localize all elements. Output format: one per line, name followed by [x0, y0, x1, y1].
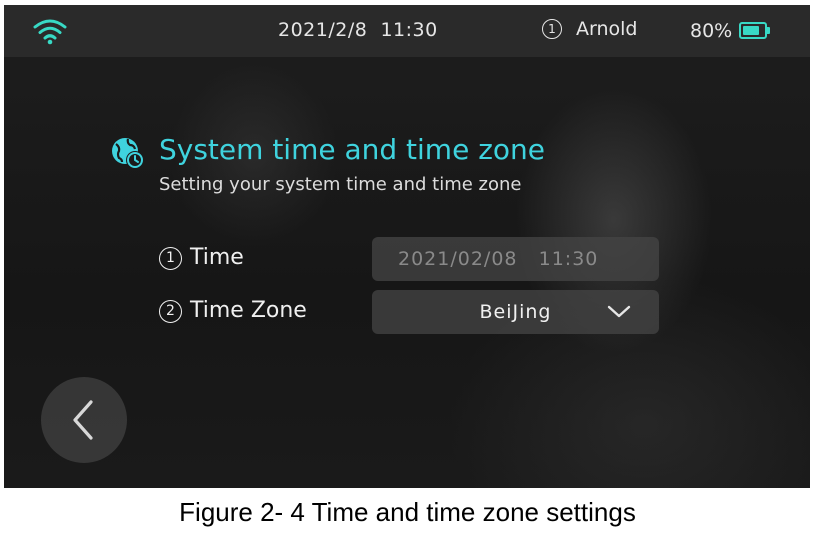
status-date: 2021/2/8	[278, 19, 368, 41]
time-value: 2021/02/08 11:30	[398, 248, 599, 270]
figure-caption: Figure 2- 4 Time and time zone settings	[179, 497, 636, 527]
globe-clock-icon	[112, 138, 144, 169]
current-user: 1 Arnold	[542, 18, 637, 40]
time-zone-number-badge: 2	[159, 300, 182, 323]
time-field: 2021/02/08 11:30	[372, 237, 659, 281]
status-clock: 2021/2/8 11:30	[278, 19, 438, 41]
status-bar: 2021/2/8 11:30 1 Arnold 80%	[4, 5, 810, 57]
time-zone-dropdown[interactable]: BeiJing	[372, 290, 659, 334]
battery-percent: 80%	[690, 20, 733, 42]
chevron-left-icon	[73, 400, 93, 440]
status-time: 11:30	[380, 19, 438, 41]
back-button[interactable]	[41, 377, 127, 463]
wifi-icon	[33, 19, 67, 45]
user-name: Arnold	[576, 18, 638, 40]
page-title: System time and time zone	[159, 133, 546, 166]
battery-level-fill	[743, 26, 759, 35]
time-zone-label: 2 Time Zone	[159, 298, 307, 323]
user-number-badge: 1	[542, 19, 562, 39]
time-label: 1 Time	[159, 245, 244, 270]
battery-cap	[767, 27, 770, 34]
time-label-text: Time	[190, 245, 244, 270]
time-zone-label-text: Time Zone	[190, 298, 307, 323]
battery-icon	[739, 22, 767, 39]
page-subtitle: Setting your system time and time zone	[159, 174, 522, 195]
device-screen: 2021/2/8 11:30 1 Arnold 80% System time …	[4, 5, 810, 488]
chevron-down-icon	[607, 305, 631, 318]
time-number-badge: 1	[159, 247, 182, 270]
